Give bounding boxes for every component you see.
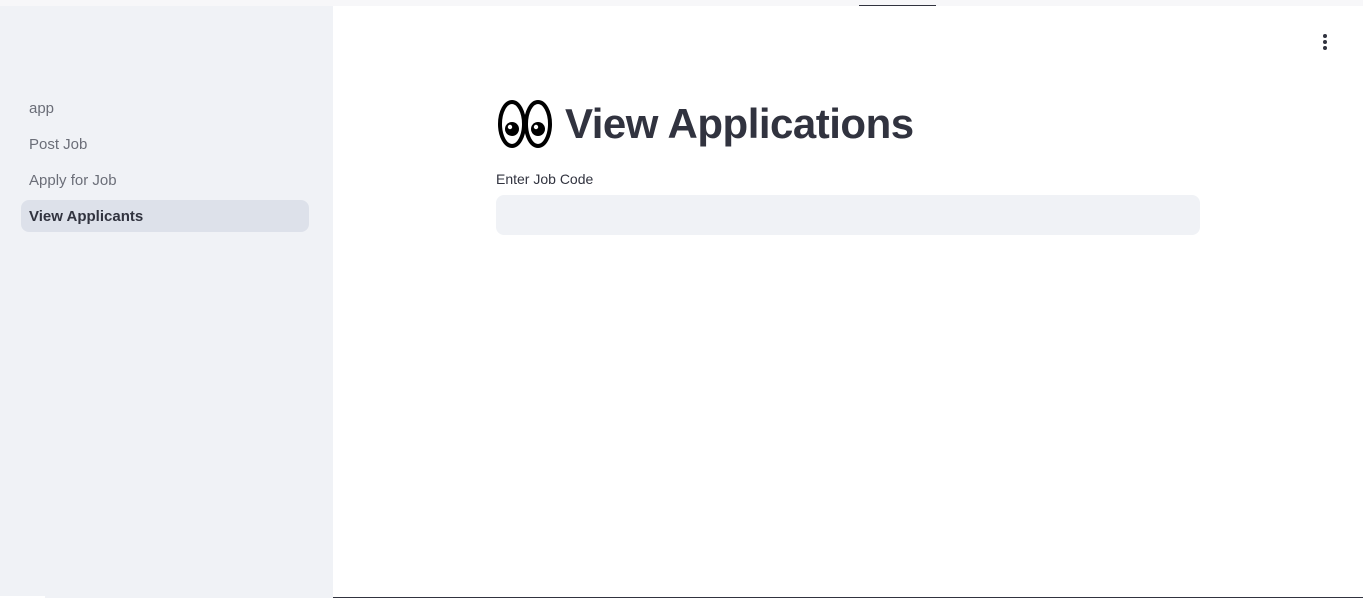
page-header: View Applications bbox=[497, 98, 914, 150]
job-code-label: Enter Job Code bbox=[496, 171, 594, 187]
job-code-input[interactable] bbox=[496, 195, 1200, 235]
main-content bbox=[333, 6, 1363, 598]
sidebar-nav: app Post Job Apply for Job View Applican… bbox=[21, 92, 309, 236]
main-menu-button[interactable] bbox=[1314, 30, 1336, 54]
vertical-ellipsis-dot bbox=[1323, 46, 1327, 50]
vertical-ellipsis-icon bbox=[1323, 34, 1327, 38]
sidebar-item-label: Apply for Job bbox=[29, 171, 117, 189]
sidebar-item-label: Post Job bbox=[29, 135, 88, 153]
vertical-ellipsis-dot bbox=[1323, 40, 1327, 44]
eyes-icon bbox=[498, 100, 552, 148]
page-title: View Applications bbox=[565, 100, 914, 147]
sidebar: app Post Job Apply for Job View Applican… bbox=[0, 6, 333, 598]
sidebar-item-apply-for-job[interactable]: Apply for Job bbox=[21, 164, 309, 196]
sidebar-item-app[interactable]: app bbox=[21, 92, 309, 124]
sidebar-item-label: View Applicants bbox=[29, 207, 144, 225]
sidebar-item-label: app bbox=[29, 99, 55, 117]
sidebar-item-view-applicants[interactable]: View Applicants bbox=[21, 200, 309, 232]
sidebar-item-post-job[interactable]: Post Job bbox=[21, 128, 309, 160]
